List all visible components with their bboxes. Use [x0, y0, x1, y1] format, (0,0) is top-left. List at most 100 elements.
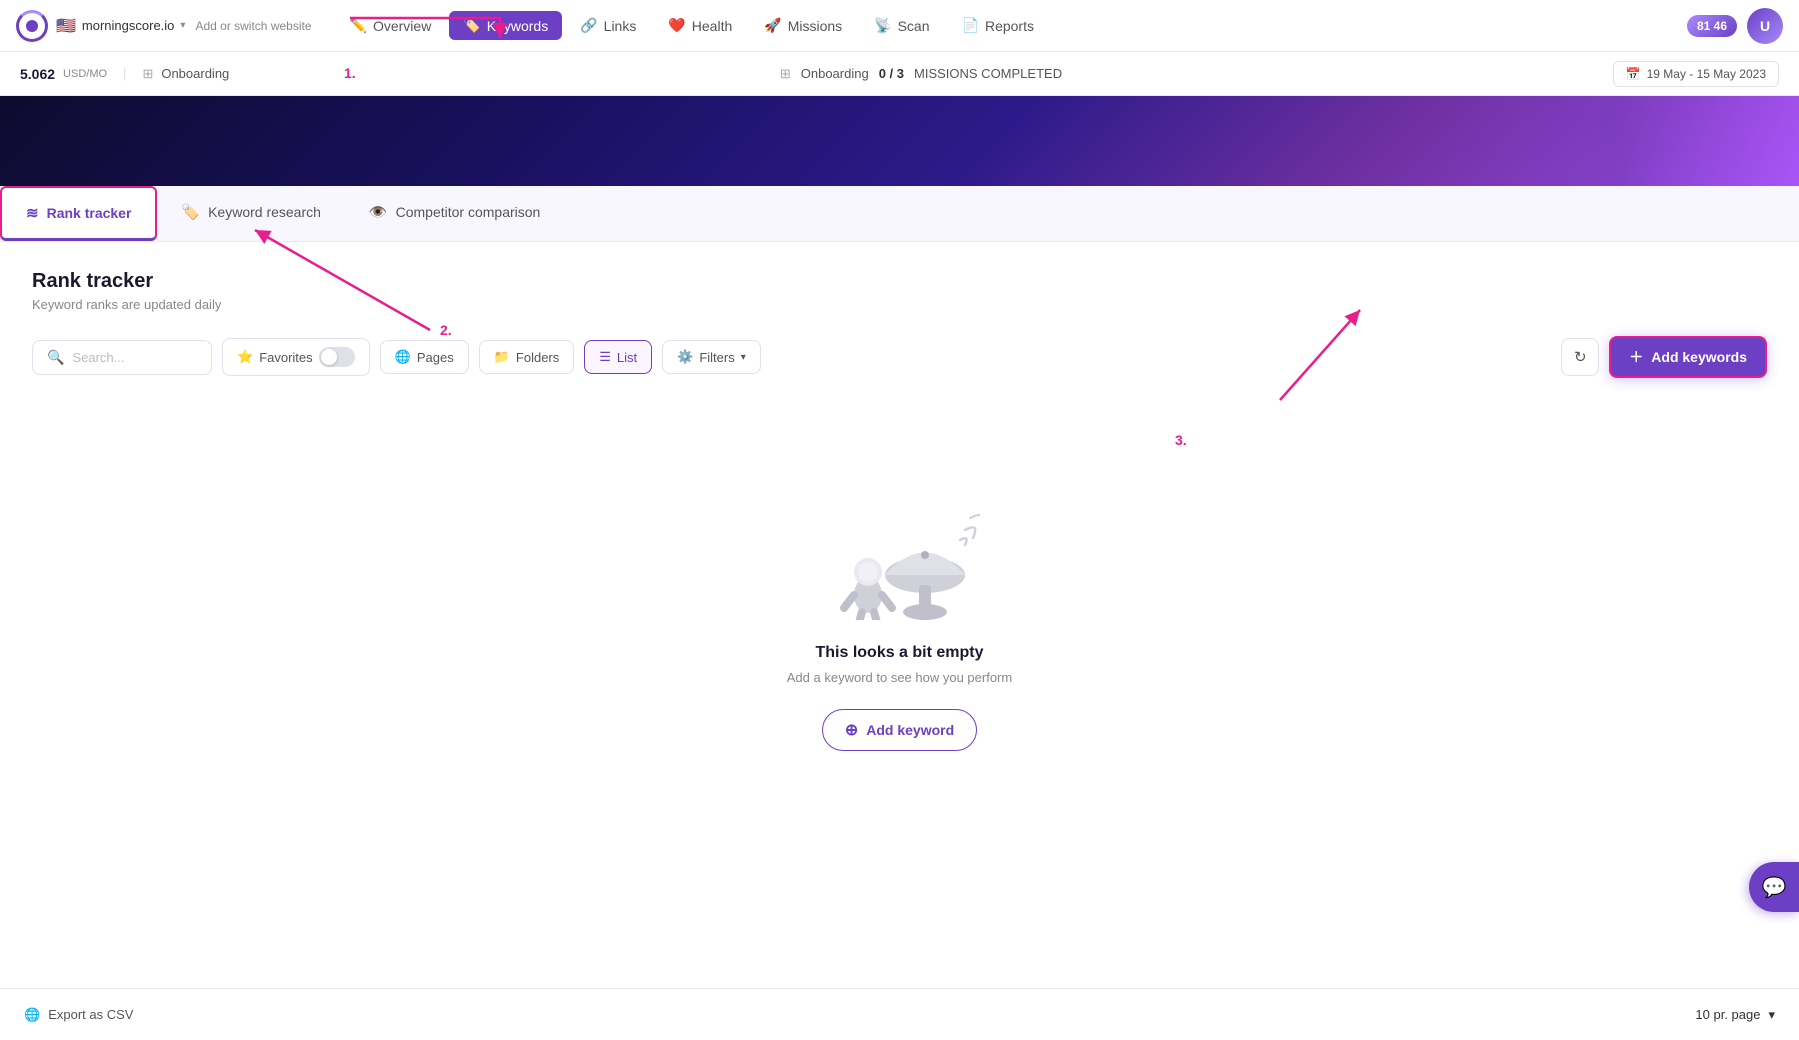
keywords-icon: 🏷️ — [463, 17, 480, 34]
empty-state: This looks a bit empty Add a keyword to … — [32, 410, 1767, 811]
rank-tracker-tab-icon: ≋ — [26, 204, 39, 222]
folder-icon: 📁 — [494, 349, 510, 365]
missions-header-icon: ⊞ — [780, 66, 791, 82]
avatar[interactable]: U — [1747, 8, 1783, 44]
calendar-icon: 📅 — [1626, 67, 1641, 81]
rank-tracker-title: Rank tracker — [32, 270, 1767, 293]
search-input[interactable] — [72, 350, 192, 365]
export-csv-button[interactable]: 🌐 Export as CSV — [24, 1007, 133, 1023]
nav-overview[interactable]: ✏️ Overview — [336, 11, 446, 40]
pages-icon: 🌐 — [395, 349, 411, 365]
hero-graphic — [1439, 96, 1799, 186]
nav-scan-label: Scan — [898, 18, 930, 34]
overview-icon: ✏️ — [350, 17, 367, 34]
nav-keywords[interactable]: 🏷️ Keywords — [449, 11, 562, 40]
add-keywords-label: Add keywords — [1651, 349, 1747, 365]
logo[interactable] — [16, 10, 48, 42]
nav-keywords-label: Keywords — [487, 18, 548, 34]
rank-tracker-toolbar: 🔍 ⭐ Favorites 🌐 Pages 📁 Folders ☰ L — [32, 336, 1767, 378]
per-page-chevron: ▾ — [1768, 1007, 1775, 1023]
nav-missions[interactable]: 🚀 Missions — [750, 11, 856, 40]
empty-subtitle: Add a keyword to see how you perform — [787, 670, 1012, 685]
star-icon: ⭐ — [237, 349, 253, 365]
nav-reports-label: Reports — [985, 18, 1034, 34]
competitor-tab-icon: 👁️ — [369, 203, 388, 221]
nav-scan[interactable]: 📡 Scan — [860, 11, 943, 40]
sub-header: 5.062 USD/MO | ⊞ Onboarding ⊞ Onboarding… — [0, 52, 1799, 96]
keyword-research-tab-icon: 🏷️ — [181, 203, 200, 221]
refresh-icon: ↻ — [1574, 348, 1587, 366]
empty-illustration — [820, 470, 980, 620]
logo-icon — [16, 10, 48, 42]
search-box: 🔍 — [32, 340, 212, 375]
nav-overview-label: Overview — [373, 18, 431, 34]
tab-rank-tracker-label: Rank tracker — [47, 205, 132, 221]
favorites-button[interactable]: ⭐ Favorites — [222, 338, 370, 376]
sub-header-center: ⊞ Onboarding 0 / 3 MISSIONS COMPLETED — [261, 66, 1580, 82]
folders-button[interactable]: 📁 Folders — [479, 340, 575, 374]
tab-competitor-comparison[interactable]: 👁️ Competitor comparison — [345, 186, 564, 241]
chat-icon: 💬 — [1762, 875, 1787, 900]
tab-keyword-research[interactable]: 🏷️ Keyword research — [157, 186, 345, 241]
add-keyword-button[interactable]: ⊕ Add keyword — [822, 709, 977, 751]
scan-icon: 📡 — [874, 17, 891, 34]
chevron-down-icon: ▾ — [180, 20, 185, 31]
nav-items: ✏️ Overview 🏷️ Keywords 🔗 Links ❤️ Healt… — [336, 11, 1687, 40]
empty-title: This looks a bit empty — [815, 644, 983, 662]
missions-header-label: Onboarding — [801, 66, 869, 81]
refresh-button[interactable]: ↻ — [1561, 338, 1599, 376]
tab-competitor-label: Competitor comparison — [396, 204, 541, 220]
tab-rank-tracker[interactable]: ≋ Rank tracker — [0, 186, 157, 241]
keyword-tabs-row: ≋ Rank tracker 🏷️ Keyword research 👁️ Co… — [0, 186, 1799, 242]
nav-health-label: Health — [692, 18, 732, 34]
plus-icon: ＋ — [1629, 347, 1643, 367]
filters-button[interactable]: ⚙️ Filters ▾ — [662, 340, 761, 374]
hero-overlay — [0, 96, 1799, 186]
missions-icon: 🚀 — [764, 17, 781, 34]
nav-links-label: Links — [604, 18, 637, 34]
toggle-knob — [321, 349, 337, 365]
add-switch-link[interactable]: Add or switch website — [195, 19, 311, 33]
date-range-button[interactable]: 📅 19 May - 15 May 2023 — [1613, 61, 1779, 87]
plus-circle-icon: ⊕ — [845, 720, 858, 740]
favorites-toggle[interactable] — [319, 347, 355, 367]
nav-missions-label: Missions — [788, 18, 842, 34]
top-navigation: 🇺🇸 morningscore.io ▾ Add or switch websi… — [0, 0, 1799, 52]
add-keyword-label: Add keyword — [866, 722, 954, 738]
score-badge: 81 46 — [1687, 15, 1737, 37]
per-page-label: 10 pr. page — [1695, 1007, 1760, 1022]
price-display: 5.062 — [20, 66, 55, 82]
nav-reports[interactable]: 📄 Reports — [948, 11, 1048, 40]
links-icon: 🔗 — [580, 17, 597, 34]
chevron-down-icon: ▾ — [741, 352, 746, 363]
sub-header-left: 5.062 USD/MO | ⊞ Onboarding — [20, 66, 229, 82]
date-range-label: 19 May - 15 May 2023 — [1647, 67, 1766, 81]
export-csv-label: Export as CSV — [48, 1007, 133, 1022]
reports-icon: 📄 — [962, 17, 979, 34]
per-page-select[interactable]: 10 pr. page ▾ — [1695, 1007, 1775, 1023]
folders-label: Folders — [516, 350, 559, 365]
list-button[interactable]: ☰ List — [584, 340, 652, 374]
rank-tracker-panel: Rank tracker Keyword ranks are updated d… — [0, 242, 1799, 988]
list-label: List — [617, 350, 637, 365]
favorites-label: Favorites — [259, 350, 312, 365]
satellite-illustration — [820, 470, 980, 620]
add-keywords-button[interactable]: ＋ Add keywords — [1609, 336, 1767, 378]
bottom-bar: 🌐 Export as CSV 10 pr. page ▾ — [0, 988, 1799, 1040]
export-icon: 🌐 — [24, 1007, 40, 1023]
pages-button[interactable]: 🌐 Pages — [380, 340, 469, 374]
sub-header-right: 📅 19 May - 15 May 2023 — [1613, 61, 1779, 87]
tab-keyword-research-label: Keyword research — [208, 204, 321, 220]
filters-label: Filters — [699, 350, 734, 365]
hero-banner — [0, 96, 1799, 186]
onboarding-icon: ⊞ — [142, 66, 153, 82]
chat-widget[interactable]: 💬 — [1749, 862, 1799, 912]
site-name: morningscore.io — [82, 18, 175, 33]
health-icon: ❤️ — [668, 17, 685, 34]
nav-links[interactable]: 🔗 Links — [566, 11, 650, 40]
site-selector[interactable]: 🇺🇸 morningscore.io ▾ Add or switch websi… — [56, 16, 312, 36]
missions-suffix: MISSIONS COMPLETED — [914, 66, 1062, 81]
onboarding-label: Onboarding — [161, 66, 229, 81]
search-icon: 🔍 — [47, 349, 64, 366]
nav-health[interactable]: ❤️ Health — [654, 11, 746, 40]
